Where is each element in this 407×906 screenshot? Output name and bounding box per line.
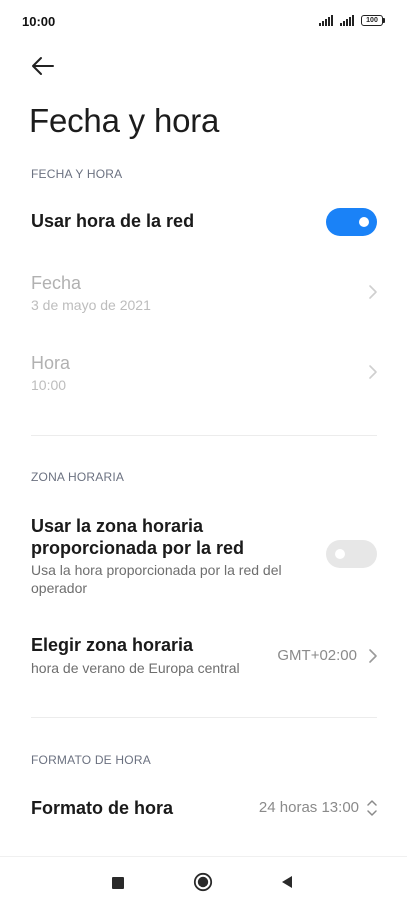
choose-zone-description: hora de verano de Europa central <box>31 660 240 676</box>
status-bar: 10:00 100 <box>0 0 407 44</box>
time-value: 10:00 <box>31 377 67 393</box>
choose-zone-value: GMT+02:00 <box>277 647 357 664</box>
network-time-row[interactable]: Usar hora de la red <box>0 195 407 247</box>
square-icon <box>112 877 124 889</box>
section-header-time-zone: ZONA HORARIA <box>31 470 125 484</box>
divider <box>31 435 377 436</box>
chevron-right-icon <box>369 285 377 299</box>
chevron-right-icon <box>369 365 377 379</box>
network-zone-title: Usar la zona horaria proporcionada por l… <box>31 516 245 558</box>
time-title: Hora <box>31 353 71 373</box>
time-format-row[interactable]: Formato de hora 24 horas 13:00 <box>0 783 407 833</box>
page-title: Fecha y hora <box>29 102 220 139</box>
home-button[interactable] <box>193 872 213 897</box>
status-icons: 100 <box>319 15 385 26</box>
time-row[interactable]: Hora 10:00 <box>0 345 407 407</box>
back-button[interactable] <box>28 52 60 80</box>
chevron-right-icon <box>369 649 377 663</box>
date-value: 3 de mayo de 2021 <box>31 297 151 313</box>
circle-icon <box>193 872 213 892</box>
arrow-left-icon <box>32 57 54 75</box>
choose-zone-row[interactable]: Elegir zona horaria hora de verano de Eu… <box>0 628 407 684</box>
recents-button[interactable] <box>112 876 124 894</box>
date-title: Fecha <box>31 273 82 293</box>
nav-back-button[interactable] <box>281 875 293 894</box>
navigation-bar <box>0 856 407 906</box>
network-time-toggle[interactable] <box>326 208 377 236</box>
network-zone-row[interactable]: Usar la zona horaria proporcionada por l… <box>0 510 407 600</box>
battery-level: 100 <box>361 15 383 26</box>
section-header-date-time: FECHA Y HORA <box>31 167 123 181</box>
triangle-left-icon <box>282 876 292 888</box>
network-time-title: Usar hora de la red <box>31 211 195 231</box>
status-time: 10:00 <box>22 14 56 29</box>
date-row[interactable]: Fecha 3 de mayo de 2021 <box>0 265 407 327</box>
time-format-title: Formato de hora <box>31 798 174 818</box>
divider <box>31 717 377 718</box>
chevron-up-down-icon <box>367 800 377 816</box>
time-format-value: 24 horas 13:00 <box>258 799 359 816</box>
signal-icon <box>340 15 354 26</box>
signal-icon <box>319 15 333 26</box>
choose-zone-title: Elegir zona horaria <box>31 635 194 655</box>
battery-icon: 100 <box>361 15 385 26</box>
network-zone-toggle[interactable] <box>326 540 377 568</box>
network-zone-description: Usa la hora proporcionada por la red del… <box>31 562 282 596</box>
section-header-time-format: FORMATO DE HORA <box>31 753 151 767</box>
